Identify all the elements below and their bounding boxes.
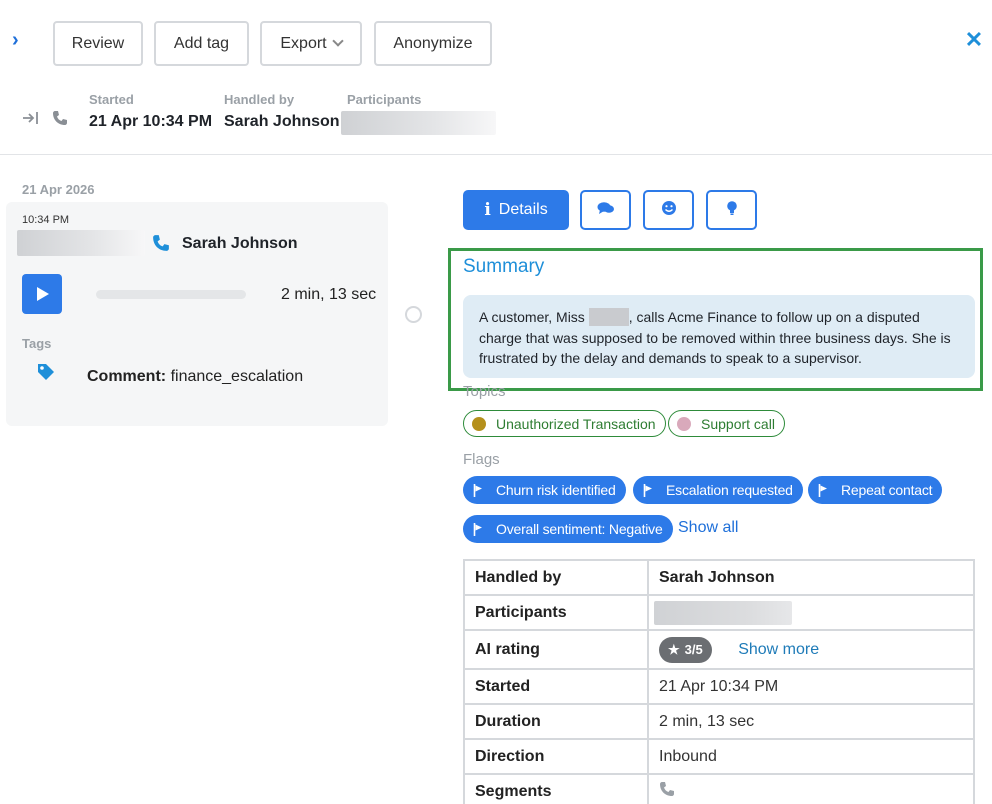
ai-rating-score: 3/5 (684, 642, 703, 657)
summary-highlight-frame (448, 248, 983, 391)
meta-handled-by: Handled by Sarah Johnson (224, 92, 340, 131)
tag-icon (36, 362, 56, 382)
expand-panel-icon[interactable]: › (12, 30, 26, 50)
meta-participants: Participants (341, 92, 496, 135)
topic-pill[interactable]: Support call (668, 410, 785, 437)
tab-sentiment[interactable] (643, 190, 694, 230)
chat-bubbles-icon (597, 201, 615, 220)
call-time: 10:34 PM (22, 214, 70, 226)
flag-pill[interactable]: Escalation requested (633, 476, 803, 504)
direction-key: Direction (463, 738, 649, 775)
duration-key: Duration (463, 703, 649, 740)
topic-pill[interactable]: Unauthorized Transaction (463, 410, 666, 437)
handled-by-value: Sarah Johnson (224, 113, 340, 130)
phone-icon (659, 782, 675, 801)
show-more-link[interactable]: Show more (738, 641, 819, 658)
close-icon[interactable]: ✕ (964, 29, 984, 51)
caller-redacted (17, 230, 145, 256)
tag-comment: Comment: finance_escalation (87, 368, 303, 386)
handled-by-key: Handled by (463, 559, 649, 596)
star-icon: ★ (668, 641, 680, 657)
handled-by-label: Handled by (224, 92, 295, 107)
table-row: Started 21 Apr 10:34 PM (463, 668, 975, 705)
play-button[interactable] (22, 274, 62, 314)
export-button[interactable]: Export (260, 21, 362, 66)
flag-label: Escalation requested (666, 482, 793, 498)
table-row: Participants (463, 594, 975, 631)
phone-icon (152, 234, 170, 257)
topic-color-dot (472, 416, 486, 431)
tab-details-label: Details (498, 201, 548, 218)
topic-label: Support call (701, 415, 775, 432)
flag-label: Churn risk identified (496, 482, 616, 498)
table-row: Duration 2 min, 13 sec (463, 703, 975, 740)
export-label: Export (280, 34, 327, 52)
phone-icon (52, 110, 68, 130)
tab-insights[interactable] (706, 190, 757, 230)
participants-value (647, 594, 975, 631)
tab-transcript[interactable] (580, 190, 631, 230)
call-duration: 2 min, 13 sec (281, 286, 377, 303)
ai-rating-badge: ★ 3/5 (659, 636, 712, 663)
flag-pill[interactable]: Overall sentiment: Negative (463, 515, 673, 543)
table-row: Direction Inbound (463, 738, 975, 775)
started-key: Started (463, 668, 649, 705)
flag-pill[interactable]: Churn risk identified (463, 476, 626, 504)
participants-label: Participants (347, 92, 422, 107)
topic-label: Unauthorized Transaction (496, 415, 656, 432)
participants-redacted (654, 600, 792, 625)
table-row: AI rating ★ 3/5 Show more (463, 629, 975, 670)
ai-rating-key: AI rating (463, 629, 649, 670)
call-card: 10:34 PM Sarah Johnson 2 min, 13 sec Tag… (6, 202, 388, 426)
tag-prefix: Comment: (87, 368, 167, 385)
flag-icon (818, 483, 827, 497)
started-label: Started (89, 92, 134, 107)
flag-label: Overall sentiment: Negative (496, 521, 663, 537)
duration-value: 2 min, 13 sec (647, 703, 975, 740)
inbound-arrow-icon (22, 110, 40, 130)
timeline-date: 21 Apr 2026 (22, 182, 95, 197)
meta-icons (22, 110, 68, 130)
started-value: 21 Apr 10:34 PM (89, 113, 213, 130)
review-button[interactable]: Review (53, 21, 143, 66)
flag-label: Repeat contact (841, 482, 933, 498)
chevron-down-icon (331, 35, 344, 47)
show-all-flags-link[interactable]: Show all (678, 519, 738, 537)
flag-pill[interactable]: Repeat contact (808, 476, 943, 504)
lightbulb-icon (726, 200, 738, 221)
flag-icon (473, 483, 482, 497)
participants-redacted (341, 111, 496, 135)
timeline-dot (405, 306, 422, 323)
tags-label: Tags (22, 336, 52, 351)
direction-value: Inbound (647, 738, 975, 775)
table-row: Handled by Sarah Johnson (463, 559, 975, 596)
flag-icon (473, 522, 482, 536)
started-value: 21 Apr 10:34 PM (647, 668, 975, 705)
smile-icon (661, 200, 677, 221)
participants-key: Participants (463, 594, 649, 631)
handled-by-value: Sarah Johnson (647, 559, 975, 596)
flag-icon (643, 483, 652, 497)
details-table: Handled by Sarah Johnson Participants AI… (463, 559, 975, 804)
info-icon: i (484, 200, 491, 220)
topic-color-dot (677, 416, 691, 431)
flags-label: Flags (463, 451, 500, 468)
meta-started: Started 21 Apr 10:34 PM (89, 92, 212, 131)
ai-rating-value: ★ 3/5 Show more (647, 629, 975, 670)
add-tag-button[interactable]: Add tag (154, 21, 249, 66)
tab-details[interactable]: i Details (463, 190, 569, 230)
header-divider (0, 154, 992, 155)
segments-value (647, 773, 975, 804)
segments-key: Segments (463, 773, 649, 804)
anonymize-button[interactable]: Anonymize (374, 21, 492, 66)
table-row: Segments (463, 773, 975, 804)
tag-value: finance_escalation (170, 368, 304, 385)
topics-label: Topics (463, 383, 506, 400)
call-agent-name: Sarah Johnson (182, 235, 298, 252)
playback-progress-bar[interactable] (96, 290, 246, 299)
